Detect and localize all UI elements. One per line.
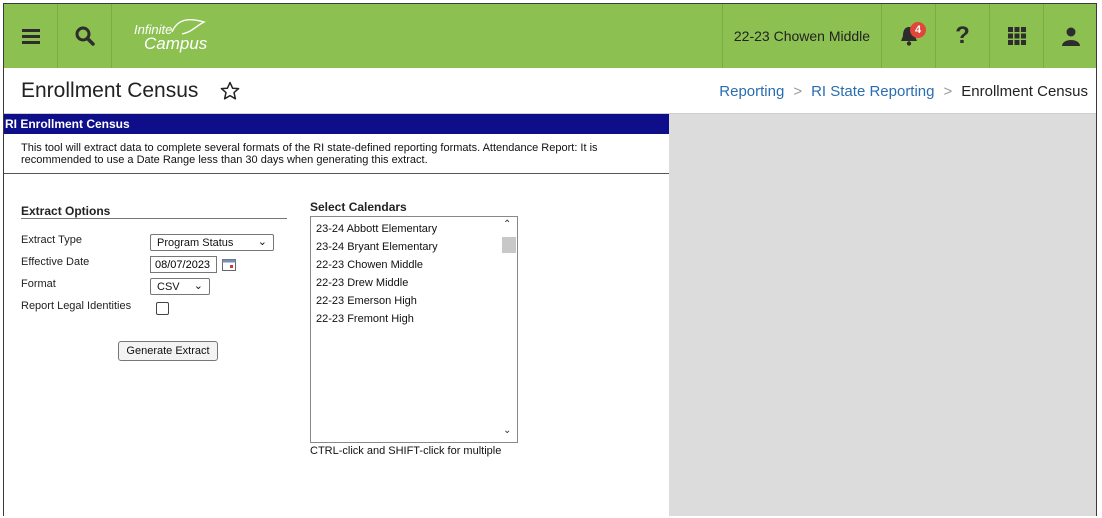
extract-options-divider <box>21 218 287 219</box>
chevron-down-icon[interactable]: ⌄ <box>503 425 511 436</box>
page-title-row: Enrollment Census Reporting > RI State R… <box>4 68 1096 114</box>
extract-options-title: Extract Options <box>21 204 111 218</box>
school-name: 22-23 Chowen Middle <box>733 28 871 44</box>
extract-type-label: Extract Type <box>21 234 82 246</box>
help-button[interactable]: ? <box>936 4 990 68</box>
chevron-right-icon: > <box>943 83 953 100</box>
infinite-campus-logo[interactable]: Infinite Campus <box>112 4 232 68</box>
calendar-option[interactable]: 23-24 Abbott Elementary <box>316 223 437 235</box>
description-line-2: recommended to use a Date Range less tha… <box>21 154 428 166</box>
chevron-right-icon: > <box>793 83 803 100</box>
menu-icon <box>21 29 40 44</box>
help-icon: ? <box>955 22 970 49</box>
breadcrumb-ri-state-reporting[interactable]: RI State Reporting <box>811 83 934 100</box>
calendar-option[interactable]: 22-23 Drew Middle <box>316 277 408 289</box>
report-legal-identities-label: Report Legal Identities <box>21 300 132 312</box>
logo-text-line2: Campus <box>144 34 208 53</box>
breadcrumb: Reporting > RI State Reporting > Enrollm… <box>719 83 1088 100</box>
apps-button[interactable] <box>990 4 1044 68</box>
school-selector[interactable]: 22-23 Chowen Middle <box>722 4 882 68</box>
extract-type-select[interactable]: Program Status ⌄ <box>150 234 274 251</box>
search-button[interactable] <box>58 4 112 68</box>
chevron-down-icon: ⌄ <box>193 280 203 292</box>
chevron-up-icon[interactable]: ⌃ <box>503 219 511 230</box>
chevron-down-icon: ⌄ <box>257 236 267 248</box>
logo-swoosh-icon <box>171 19 206 35</box>
generate-extract-button[interactable]: Generate Extract <box>118 341 218 361</box>
breadcrumb-current: Enrollment Census <box>961 83 1088 100</box>
menu-button[interactable] <box>4 4 58 68</box>
listbox-scrollbar[interactable]: ⌃ ⌄ <box>500 217 517 442</box>
calendars-listbox[interactable]: 23-24 Abbott Elementary 23-24 Bryant Ele… <box>310 216 518 443</box>
effective-date-input[interactable]: 08/07/2023 <box>150 256 217 273</box>
effective-date-value: 08/07/2023 <box>155 259 211 271</box>
user-icon <box>1062 27 1080 46</box>
report-legal-identities-checkbox[interactable] <box>156 302 169 315</box>
panel-heading: RI Enrollment Census <box>4 114 669 134</box>
calendar-option[interactable]: 22-23 Emerson High <box>316 295 417 307</box>
format-select[interactable]: CSV ⌄ <box>150 278 210 295</box>
notification-count-badge: 4 <box>910 22 926 38</box>
user-account-button[interactable] <box>1044 4 1096 68</box>
calendar-picker-icon[interactable] <box>222 258 236 271</box>
effective-date-label: Effective Date <box>21 256 90 268</box>
calendar-option[interactable]: 23-24 Bryant Elementary <box>316 241 438 253</box>
extract-panel: RI Enrollment Census This tool will extr… <box>4 114 669 516</box>
app-window: Infinite Campus 22-23 Chowen Middle 4 ? <box>3 3 1097 516</box>
calendar-option[interactable]: 22-23 Chowen Middle <box>316 259 423 271</box>
format-value: CSV <box>157 281 180 293</box>
calendar-option[interactable]: 22-23 Fremont High <box>316 313 414 325</box>
tool-description: This tool will extract data to complete … <box>4 134 669 174</box>
description-line-1: This tool will extract data to complete … <box>21 142 598 154</box>
notifications-button[interactable]: 4 <box>882 4 936 68</box>
scrollbar-thumb[interactable] <box>502 237 516 253</box>
apps-grid-icon <box>1007 27 1026 45</box>
search-icon <box>75 26 95 46</box>
top-header-bar: Infinite Campus 22-23 Chowen Middle 4 ? <box>4 4 1096 68</box>
page-title: Enrollment Census <box>21 79 199 102</box>
format-label: Format <box>21 278 56 290</box>
favorite-star-icon[interactable] <box>220 81 240 101</box>
select-calendars-title: Select Calendars <box>310 200 407 214</box>
extract-type-value: Program Status <box>157 237 234 249</box>
breadcrumb-reporting[interactable]: Reporting <box>719 83 784 100</box>
multi-select-hint: CTRL-click and SHIFT-click for multiple <box>310 445 502 457</box>
